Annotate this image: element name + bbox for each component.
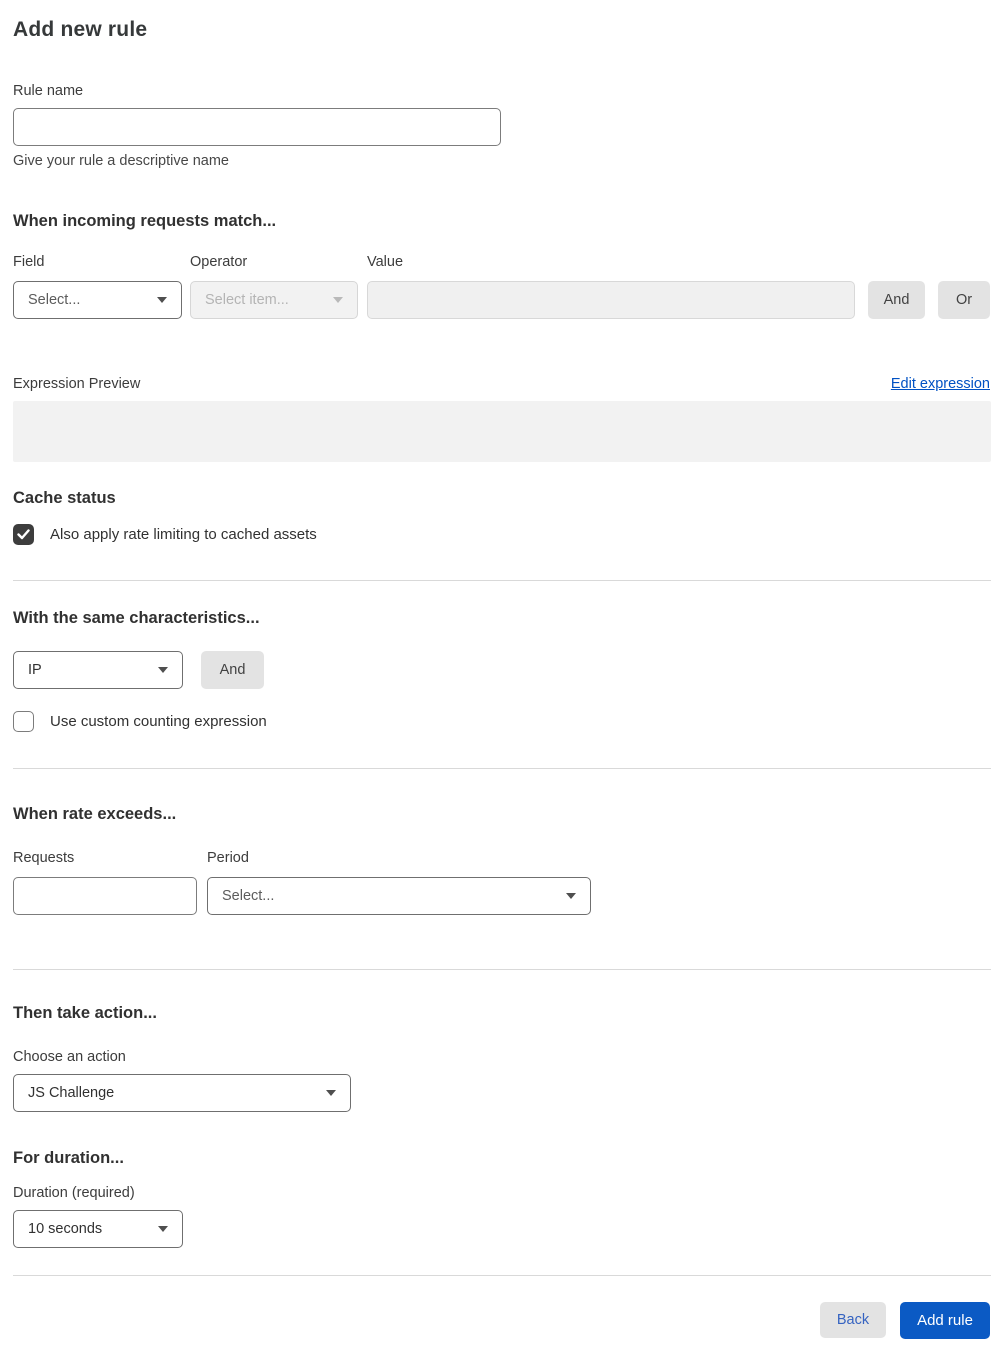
match-fields-row: Field Select... Operator Select item... … xyxy=(13,254,990,319)
duration-select-value: 10 seconds xyxy=(28,1221,103,1237)
section-divider xyxy=(13,768,991,769)
period-select[interactable]: Select... xyxy=(207,877,591,915)
chevron-down-icon xyxy=(333,297,343,303)
edit-expression-link[interactable]: Edit expression xyxy=(891,376,990,392)
rule-name-helper: Give your rule a descriptive name xyxy=(13,153,229,169)
expression-preview-label: Expression Preview xyxy=(13,376,141,392)
action-group: Choose an action JS Challenge xyxy=(13,1049,990,1112)
operator-column: Operator Select item... xyxy=(190,254,358,319)
chevron-down-icon xyxy=(326,1090,336,1096)
field-select[interactable]: Select... xyxy=(13,281,182,319)
page-title: Add new rule xyxy=(13,18,148,41)
value-label: Value xyxy=(367,254,404,270)
value-column: Value xyxy=(367,254,855,319)
match-section-heading: When incoming requests match... xyxy=(13,212,277,230)
footer-divider xyxy=(13,1275,991,1276)
action-select[interactable]: JS Challenge xyxy=(13,1074,351,1112)
rate-heading: When rate exceeds... xyxy=(13,805,177,823)
chevron-down-icon xyxy=(566,893,576,899)
period-label: Period xyxy=(207,850,249,866)
requests-column: Requests xyxy=(13,850,197,915)
check-icon xyxy=(17,529,30,540)
cache-status-heading: Cache status xyxy=(13,489,116,507)
and-condition-button[interactable]: And xyxy=(868,281,925,319)
add-characteristic-button[interactable]: And xyxy=(201,651,264,689)
custom-counting-checkbox[interactable] xyxy=(13,711,34,732)
action-heading: Then take action... xyxy=(13,1004,157,1022)
rate-fields-row: Requests Period Select... xyxy=(13,850,990,915)
duration-group: Duration (required) 10 seconds xyxy=(13,1185,990,1248)
chevron-down-icon xyxy=(157,297,167,303)
period-column: Period Select... xyxy=(207,850,591,915)
operator-select-value: Select item... xyxy=(205,292,289,308)
operator-label: Operator xyxy=(190,254,248,270)
chevron-down-icon xyxy=(158,667,168,673)
or-condition-button[interactable]: Or xyxy=(938,281,990,319)
custom-counting-label: Use custom counting expression xyxy=(50,713,267,730)
period-select-value: Select... xyxy=(222,888,275,904)
rule-name-label: Rule name xyxy=(13,83,84,99)
section-divider xyxy=(13,580,991,581)
action-select-value: JS Challenge xyxy=(28,1085,115,1101)
field-label: Field xyxy=(13,254,45,270)
counting-expression-row: Use custom counting expression xyxy=(13,711,990,732)
characteristics-heading: With the same characteristics... xyxy=(13,609,260,627)
characteristic-select-value: IP xyxy=(28,662,42,678)
chevron-down-icon xyxy=(158,1226,168,1232)
expression-preview-header: Expression Preview Edit expression xyxy=(13,376,990,392)
rule-name-input[interactable] xyxy=(13,108,501,146)
requests-input[interactable] xyxy=(13,877,197,915)
back-button[interactable]: Back xyxy=(820,1302,886,1338)
field-column: Field Select... xyxy=(13,254,182,319)
cached-assets-label: Also apply rate limiting to cached asset… xyxy=(50,526,317,543)
section-divider xyxy=(13,969,991,970)
add-rule-form: Add new rule Rule name Give your rule a … xyxy=(0,0,1002,1359)
cached-assets-checkbox[interactable] xyxy=(13,524,34,545)
action-label: Choose an action xyxy=(13,1049,126,1065)
add-rule-button[interactable]: Add rule xyxy=(900,1302,990,1339)
characteristic-select[interactable]: IP xyxy=(13,651,183,689)
characteristics-row: IP And xyxy=(13,651,990,689)
duration-heading: For duration... xyxy=(13,1149,124,1167)
footer-actions: Back Add rule xyxy=(13,1302,990,1339)
operator-select: Select item... xyxy=(190,281,358,319)
requests-label: Requests xyxy=(13,850,75,866)
cache-checkbox-row: Also apply rate limiting to cached asset… xyxy=(13,524,990,545)
field-select-value: Select... xyxy=(28,292,81,308)
expression-preview-box xyxy=(13,401,991,462)
duration-label: Duration (required) xyxy=(13,1185,135,1201)
duration-select[interactable]: 10 seconds xyxy=(13,1210,183,1248)
value-input xyxy=(367,281,855,319)
rule-name-group: Rule name Give your rule a descriptive n… xyxy=(13,83,990,169)
